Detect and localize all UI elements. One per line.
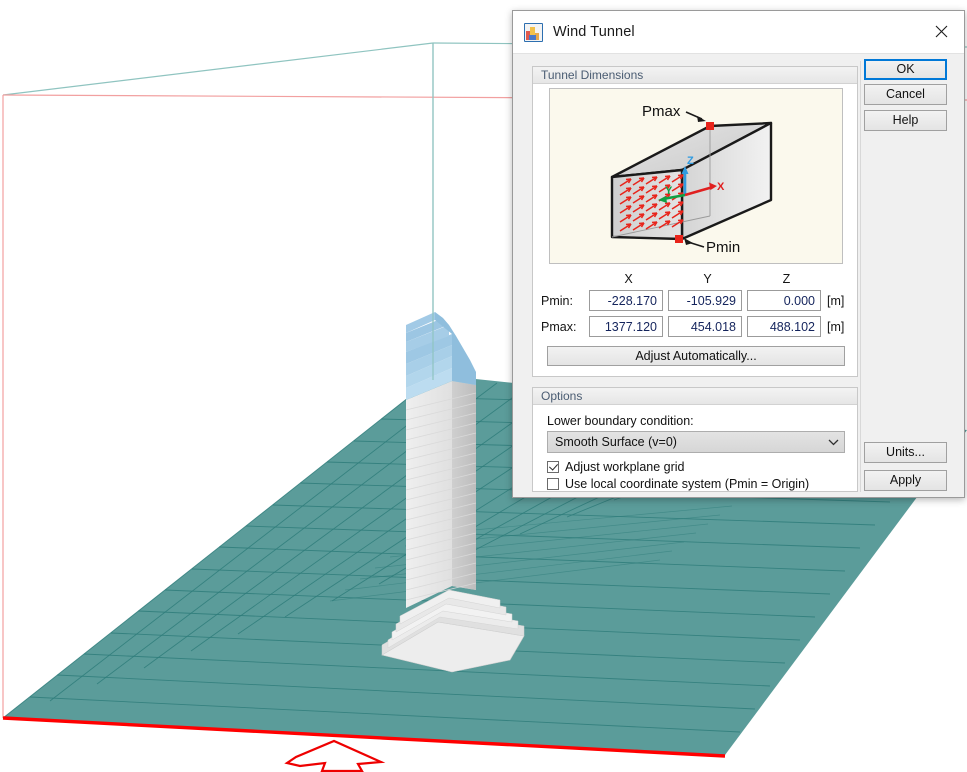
pmin-row: Pmin: [m] — [541, 288, 851, 313]
lower-boundary-condition-value: Smooth Surface (v=0) — [555, 435, 677, 449]
use-local-coordinate-system-checkbox[interactable]: Use local coordinate system (Pmin = Orig… — [547, 477, 809, 491]
lower-boundary-condition-select[interactable]: Smooth Surface (v=0) — [547, 431, 845, 453]
pmax-label: Pmax — [642, 103, 681, 120]
pmin-y-input[interactable] — [668, 290, 742, 311]
dialog-title: Wind Tunnel — [553, 24, 635, 40]
adjust-automatically-button[interactable]: Adjust Automatically... — [547, 346, 845, 366]
lower-boundary-condition-label: Lower boundary condition: — [547, 414, 694, 428]
ok-button[interactable]: OK — [864, 59, 947, 80]
dialog-title-bar[interactable]: Wind Tunnel — [513, 11, 964, 54]
wind-tunnel-app-icon — [524, 22, 543, 42]
options-title: Options — [533, 388, 857, 405]
pmin-label: Pmin — [706, 239, 740, 256]
axis-y-label: Y — [665, 185, 673, 197]
checkbox-box-unchecked — [547, 478, 559, 490]
options-group: Options Lower boundary condition: Smooth… — [532, 387, 858, 492]
pmax-x-input[interactable] — [589, 316, 663, 337]
pmax-marker — [706, 122, 714, 130]
pmax-row: Pmax: [m] — [541, 314, 851, 339]
pmax-row-label: Pmax: — [541, 319, 577, 334]
pmax-z-input[interactable] — [747, 316, 821, 337]
pmax-y-input[interactable] — [668, 316, 742, 337]
wind-direction-arrow — [284, 739, 386, 772]
button-column-divider — [860, 61, 861, 492]
coordinate-column-headers: X Y Z — [541, 270, 851, 288]
cancel-button[interactable]: Cancel — [864, 84, 947, 105]
pmax-unit-label: [m] — [827, 319, 845, 334]
tunnel-dimensions-title: Tunnel Dimensions — [533, 67, 857, 84]
pmin-unit-label: [m] — [827, 293, 845, 308]
pmin-row-label: Pmin: — [541, 293, 573, 308]
checkbox-box-checked — [547, 461, 559, 473]
axis-z-label: Z — [687, 155, 694, 167]
pmin-marker — [675, 235, 683, 243]
adjust-workplane-grid-checkbox[interactable]: Adjust workplane grid — [547, 460, 685, 474]
column-header-y: Y — [703, 272, 712, 286]
chevron-down-icon — [822, 438, 844, 446]
axis-x-label: X — [717, 181, 725, 193]
coordinates-table: X Y Z Pmin: [m] Pmax: [m] — [541, 270, 851, 340]
column-header-z: Z — [782, 272, 791, 286]
apply-button[interactable]: Apply — [864, 470, 947, 491]
tunnel-illustration: Z X Y Pmax Pmin — [549, 88, 843, 264]
column-header-x: X — [624, 272, 633, 286]
wind-tunnel-dialog: Wind Tunnel Tunnel Dimensions Z X Y Pmax… — [512, 10, 965, 498]
application-window: Wind Tunnel Tunnel Dimensions Z X Y Pmax… — [0, 0, 967, 772]
help-button[interactable]: Help — [864, 110, 947, 131]
tunnel-dimensions-group: Tunnel Dimensions Z X Y Pmax Pmin X Y Z … — [532, 66, 858, 377]
pmin-z-input[interactable] — [747, 290, 821, 311]
close-icon[interactable] — [918, 11, 964, 52]
units-button[interactable]: Units... — [864, 442, 947, 463]
pmin-x-input[interactable] — [589, 290, 663, 311]
use-local-coordinate-system-label: Use local coordinate system (Pmin = Orig… — [565, 477, 810, 491]
adjust-workplane-grid-label: Adjust workplane grid — [565, 460, 685, 474]
